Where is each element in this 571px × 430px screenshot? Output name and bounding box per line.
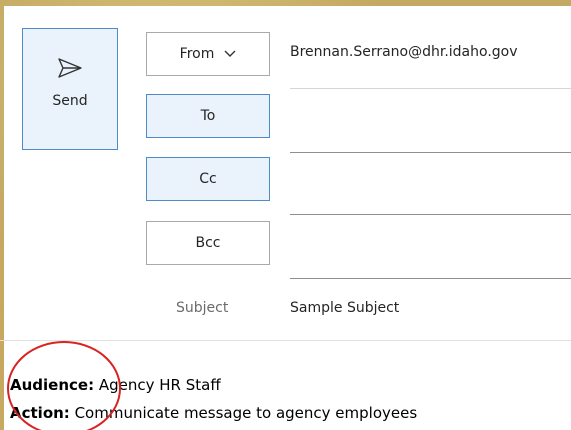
audience-label: Audience: — [10, 376, 95, 394]
bcc-button-label: Bcc — [195, 235, 221, 251]
from-button[interactable]: From — [146, 32, 270, 76]
to-field[interactable] — [290, 152, 571, 153]
action-line: Action: Communicate message to agency em… — [10, 404, 417, 422]
send-button-label: Send — [52, 93, 88, 109]
from-button-label: From — [179, 46, 215, 62]
to-button-label: To — [200, 108, 216, 124]
from-field-underline — [290, 88, 571, 89]
bcc-button[interactable]: Bcc — [146, 221, 270, 265]
to-button[interactable]: To — [146, 94, 270, 138]
bcc-field[interactable] — [290, 278, 571, 279]
audience-line: Audience: Agency HR Staff — [10, 376, 221, 394]
chevron-down-icon — [224, 50, 236, 57]
header-body-divider — [0, 340, 571, 341]
from-address: Brennan.Serrano@dhr.idaho.gov — [290, 44, 518, 60]
audience-value: Agency HR Staff — [94, 376, 221, 394]
cc-button-label: Cc — [199, 171, 217, 187]
cc-field[interactable] — [290, 214, 571, 215]
action-label: Action: — [10, 404, 70, 422]
send-button[interactable]: Send — [22, 28, 118, 150]
send-icon — [58, 58, 82, 78]
subject-field[interactable]: Sample Subject — [290, 300, 399, 316]
cc-button[interactable]: Cc — [146, 157, 270, 201]
subject-label: Subject — [176, 300, 229, 316]
action-value: Communicate message to agency employees — [69, 404, 418, 422]
